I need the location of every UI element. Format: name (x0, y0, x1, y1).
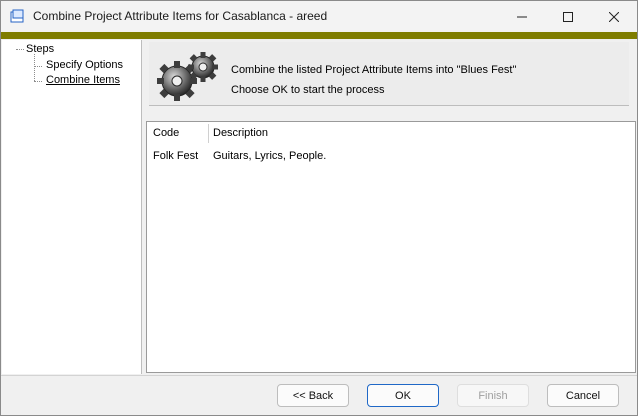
instructions-header: Combine the listed Project Attribute Ite… (149, 42, 629, 106)
close-button[interactable] (591, 1, 637, 32)
close-icon (609, 11, 619, 22)
instruction-line-2: Choose OK to start the process (231, 84, 385, 96)
maximize-button[interactable] (545, 1, 591, 32)
tree-line (16, 49, 24, 50)
steps-panel: Steps Specify Options Combine Items (2, 40, 142, 374)
finish-button[interactable]: Finish (457, 384, 529, 407)
ok-button[interactable]: OK (367, 384, 439, 407)
instruction-line-1: Combine the listed Project Attribute Ite… (231, 64, 517, 76)
minimize-button[interactable] (499, 1, 545, 32)
column-divider[interactable] (208, 124, 209, 143)
column-code-header[interactable]: Code (153, 127, 179, 139)
table-header: Code Description (147, 122, 635, 144)
minimize-icon (517, 16, 527, 17)
window-title: Combine Project Attribute Items for Casa… (33, 9, 328, 23)
cancel-button[interactable]: Cancel (547, 384, 619, 407)
items-table[interactable]: Code Description Folk Fest Guitars, Lyri… (146, 121, 636, 373)
column-description-header[interactable]: Description (213, 127, 268, 139)
tree-line (34, 54, 35, 81)
table-row[interactable]: Folk Fest Guitars, Lyrics, People. (147, 150, 635, 166)
cell-description: Guitars, Lyrics, People. (213, 150, 327, 162)
tree-line (34, 66, 42, 67)
gears-icon (157, 52, 218, 101)
step-combine-items[interactable]: Combine Items (46, 74, 120, 86)
title-bar[interactable]: Combine Project Attribute Items for Casa… (1, 1, 637, 32)
content-area: Combine the listed Project Attribute Ite… (143, 40, 637, 374)
tree-line (34, 81, 42, 82)
maximize-icon (563, 11, 573, 22)
dialog-footer: << Back OK Finish Cancel (1, 375, 637, 415)
steps-root: Steps (26, 43, 55, 55)
accent-bar (1, 32, 637, 39)
cell-code: Folk Fest (153, 150, 199, 162)
step-specify-options[interactable]: Specify Options (46, 59, 123, 71)
dialog-window: Combine Project Attribute Items for Casa… (0, 0, 638, 416)
back-button[interactable]: << Back (277, 384, 349, 407)
window-icon (10, 9, 24, 23)
